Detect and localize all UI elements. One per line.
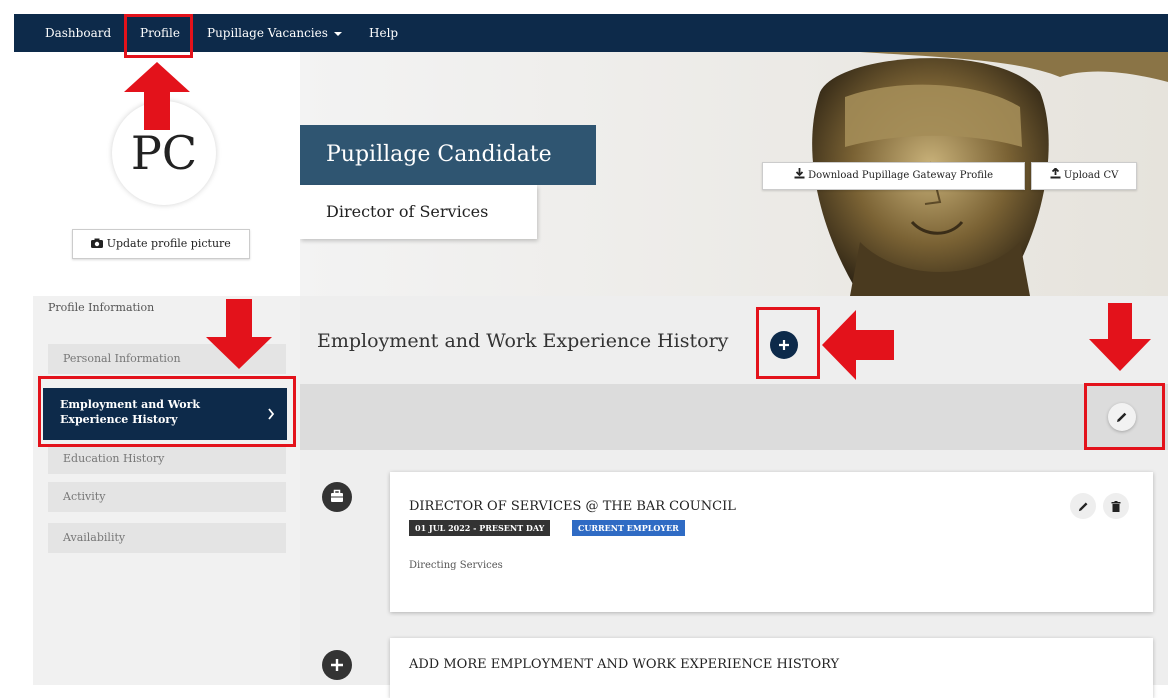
add-more-label: ADD MORE EMPLOYMENT AND WORK EXPERIENCE … <box>409 657 840 672</box>
sidebar-heading: Profile Information <box>48 301 155 314</box>
upload-cv-button[interactable]: Upload CV <box>1031 162 1137 190</box>
nav-help[interactable]: Help <box>369 14 398 52</box>
sidebar-item-availability[interactable]: Availability <box>48 523 286 553</box>
arrow-left-icon <box>822 310 894 380</box>
entry-description: Directing Services <box>409 560 503 571</box>
upload-cv-label: Upload CV <box>1063 170 1119 181</box>
upload-icon <box>1050 167 1061 179</box>
nav-dashboard[interactable]: Dashboard <box>45 14 111 52</box>
add-more-card[interactable]: ADD MORE EMPLOYMENT AND WORK EXPERIENCE … <box>390 638 1153 698</box>
arrow-down-icon <box>1089 303 1151 371</box>
section-toolbar <box>300 384 1168 450</box>
section-header: Employment and Work Experience History <box>300 296 1168 384</box>
delete-entry-button[interactable] <box>1103 493 1129 519</box>
chevron-down-icon <box>333 31 342 36</box>
pencil-icon <box>1078 502 1087 512</box>
briefcase-icon <box>322 482 352 512</box>
update-profile-picture-label: Update profile picture <box>106 237 231 250</box>
highlight-profile-nav <box>124 14 193 58</box>
nav-pupillage-vacancies-label: Pupillage Vacancies <box>207 26 328 40</box>
section-title: Employment and Work Experience History <box>317 330 729 352</box>
download-icon <box>794 168 805 179</box>
arrow-up-icon <box>124 62 190 130</box>
trash-icon <box>1111 501 1121 512</box>
sidebar-item-activity[interactable]: Activity <box>48 482 286 512</box>
main-content: Pupillage Candidate Director of Services… <box>300 52 1168 698</box>
experience-timeline: DIRECTOR OF SERVICES @ THE BAR COUNCIL 0… <box>300 450 1168 698</box>
employment-entry-card: DIRECTOR OF SERVICES @ THE BAR COUNCIL 0… <box>390 472 1153 612</box>
add-more-icon[interactable] <box>322 650 352 680</box>
arrow-down-icon <box>206 299 272 369</box>
candidate-name: Pupillage Candidate <box>300 125 596 185</box>
candidate-job-title: Director of Services <box>300 185 537 239</box>
edit-entry-button[interactable] <box>1070 493 1096 519</box>
highlight-sidebar-active-item <box>38 376 296 447</box>
date-badge: 01 JUL 2022 - PRESENT DAY <box>409 520 551 536</box>
download-profile-label: Download Pupillage Gateway Profile <box>808 170 994 181</box>
current-employer-badge: CURRENT EMPLOYER <box>572 520 685 536</box>
entry-title: DIRECTOR OF SERVICES @ THE BAR COUNCIL <box>409 499 736 514</box>
highlight-edit-button <box>1084 383 1165 450</box>
nav-pupillage-vacancies[interactable]: Pupillage Vacancies <box>207 14 342 52</box>
download-profile-button[interactable]: Download Pupillage Gateway Profile <box>762 162 1025 190</box>
update-profile-picture-button[interactable]: Update profile picture <box>72 229 250 259</box>
camera-icon <box>91 238 104 248</box>
sidebar-item-education-history[interactable]: Education History <box>48 444 286 474</box>
profile-banner: Pupillage Candidate Director of Services… <box>300 52 1168 296</box>
highlight-add-button <box>756 307 820 379</box>
